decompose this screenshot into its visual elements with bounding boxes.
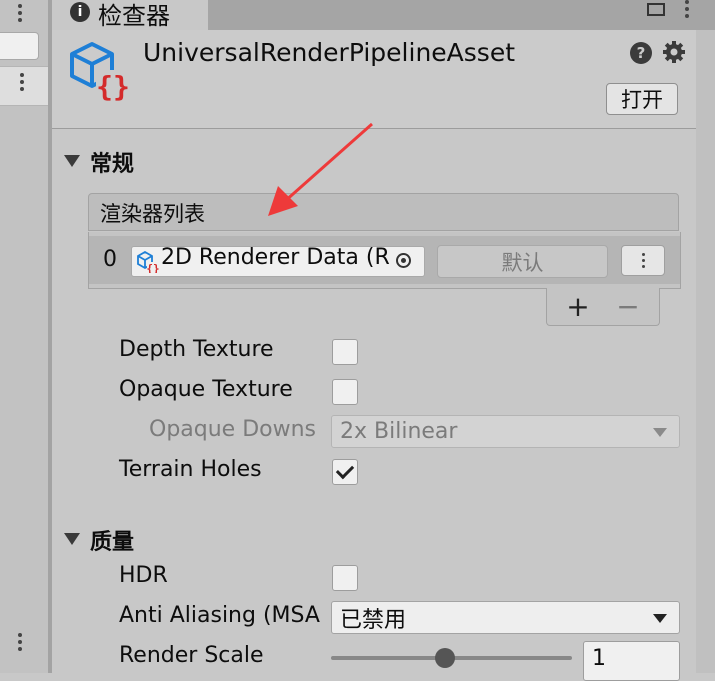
left-row-menu-icon[interactable] bbox=[19, 73, 25, 91]
kebab-menu-icon bbox=[640, 253, 646, 268]
svg-text:{}: {} bbox=[146, 262, 159, 273]
left-panel-field[interactable] bbox=[0, 32, 39, 60]
gear-icon[interactable] bbox=[662, 40, 686, 64]
tab-title: 检查器 bbox=[98, 2, 170, 30]
opaque-texture-label: Opaque Texture bbox=[119, 377, 293, 402]
open-button[interactable]: 打开 bbox=[606, 83, 678, 115]
terrain-holes-checkbox[interactable] bbox=[332, 459, 358, 485]
lock-icon[interactable] bbox=[646, 0, 666, 18]
renderer-object-label: 2D Renderer Data (R bbox=[161, 245, 390, 270]
render-scale-input[interactable]: 1 bbox=[583, 641, 680, 681]
renderer-list-title: 渲染器列表 bbox=[100, 202, 205, 226]
general-foldout-arrow-icon[interactable] bbox=[64, 155, 80, 167]
terrain-holes-label: Terrain Holes bbox=[119, 457, 262, 482]
left-bottom-menu-icon[interactable] bbox=[17, 633, 23, 651]
section-general-title[interactable]: 常规 bbox=[90, 146, 134, 178]
section-quality-title[interactable]: 质量 bbox=[90, 524, 134, 556]
help-icon[interactable]: ? bbox=[630, 42, 652, 64]
opaque-texture-checkbox[interactable] bbox=[332, 379, 358, 405]
quality-foldout-arrow-icon[interactable] bbox=[64, 533, 80, 545]
asset-name: UniversalRenderPipelineAsset bbox=[143, 38, 516, 67]
window-menu-icon[interactable] bbox=[684, 0, 690, 18]
render-scale-slider-thumb[interactable] bbox=[435, 648, 455, 668]
remove-renderer-button[interactable]: − bbox=[613, 289, 643, 323]
opaque-downsampling-dropdown[interactable]: 2x Bilinear bbox=[331, 415, 680, 448]
hdr-checkbox[interactable] bbox=[332, 565, 358, 591]
scrollbar[interactable] bbox=[696, 30, 715, 673]
anti-aliasing-dropdown[interactable]: 已禁用 bbox=[331, 601, 680, 634]
render-pipeline-asset-icon: {} bbox=[70, 42, 130, 102]
anti-aliasing-chevron-down-icon bbox=[653, 614, 667, 623]
svg-text:{}: {} bbox=[96, 70, 130, 102]
opaque-downsampling-label: Opaque Downs bbox=[149, 417, 316, 442]
opaque-downsampling-chevron-down-icon bbox=[653, 428, 667, 437]
list-item-index: 0 bbox=[103, 247, 117, 272]
render-scale-label: Render Scale bbox=[119, 643, 264, 668]
object-picker-icon[interactable] bbox=[396, 253, 411, 268]
anti-aliasing-label: Anti Aliasing (MSA bbox=[119, 603, 320, 628]
depth-texture-checkbox[interactable] bbox=[332, 339, 358, 365]
annotation-arrow-icon bbox=[268, 122, 373, 216]
hdr-label: HDR bbox=[119, 563, 168, 588]
renderer-data-icon: {} bbox=[137, 251, 159, 273]
info-icon: i bbox=[70, 2, 90, 22]
opaque-downsampling-value: 2x Bilinear bbox=[340, 419, 458, 444]
depth-texture-label: Depth Texture bbox=[119, 337, 274, 362]
anti-aliasing-value: 已禁用 bbox=[340, 607, 407, 633]
left-panel-menu-icon[interactable] bbox=[17, 4, 23, 22]
set-default-button[interactable]: 默认 bbox=[437, 245, 608, 278]
add-renderer-button[interactable]: + bbox=[563, 289, 593, 323]
renderer-row-menu-button[interactable] bbox=[621, 245, 665, 276]
